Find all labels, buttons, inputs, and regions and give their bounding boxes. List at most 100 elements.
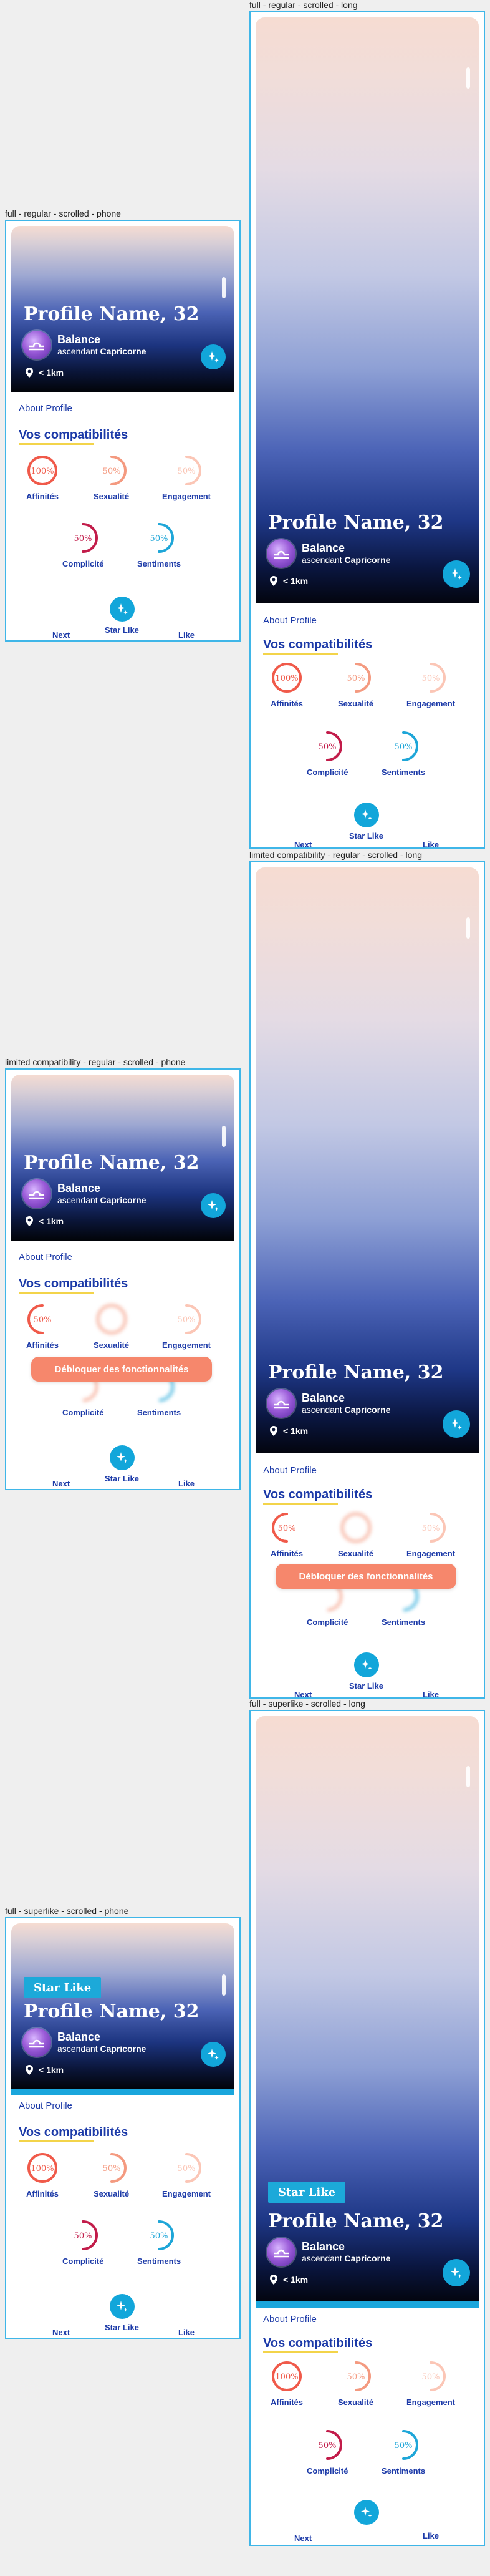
- superlike-strip: [256, 2301, 479, 2308]
- sparkle-icon: [361, 809, 372, 821]
- gauge-label: Sentiments: [382, 1617, 426, 1627]
- gauge-value: 50%: [150, 2232, 168, 2241]
- sign-row: Balance ascendant Capricorne: [267, 1389, 390, 1418]
- starlike-button[interactable]: [110, 597, 135, 622]
- gauge-sentiments: 50% Sentiments: [137, 520, 181, 568]
- starlike-label[interactable]: Star Like: [349, 831, 383, 841]
- unlock-features-button[interactable]: Débloquer des fonctionnalités: [276, 1564, 456, 1589]
- frame-label: full - superlike - scrolled - phone: [5, 1906, 129, 1916]
- scrollbar[interactable]: [222, 1974, 226, 1996]
- profile-name: Profile Name, 32: [24, 2001, 199, 2022]
- ascendant-prefix: ascendant: [302, 1405, 342, 1415]
- gauge-value: 50%: [347, 2373, 365, 2382]
- gauge-affinites: 50% Affinités: [25, 1302, 60, 1350]
- scrollbar[interactable]: [466, 67, 470, 89]
- gauge-value: 50%: [102, 2164, 120, 2174]
- gauge-label: Sexualité: [338, 2398, 374, 2407]
- next-button[interactable]: Next: [294, 1690, 312, 1697]
- about-profile-link[interactable]: About Profile: [19, 403, 72, 414]
- hero-starlike-button[interactable]: [443, 560, 470, 588]
- frame-label: limited compatibility - regular - scroll…: [5, 1057, 186, 1067]
- ascendant-prefix: ascendant: [302, 555, 342, 565]
- hero-starlike-button[interactable]: [443, 1410, 470, 1438]
- hero-starlike-button[interactable]: [443, 2259, 470, 2286]
- about-profile-link[interactable]: About Profile: [263, 1465, 317, 1476]
- next-button[interactable]: Next: [52, 2328, 70, 2337]
- gauge-label: Engagement: [406, 2398, 456, 2407]
- ascendant-prefix: ascendant: [57, 1195, 98, 1205]
- like-button[interactable]: Like: [178, 630, 195, 640]
- about-profile-link[interactable]: About Profile: [19, 1252, 72, 1262]
- gauge-label: Complicité: [307, 1617, 348, 1627]
- gauge-value: 50%: [102, 467, 120, 476]
- next-button[interactable]: Next: [294, 840, 312, 847]
- location-pin-icon: [26, 1216, 33, 1226]
- scrollbar[interactable]: [222, 1126, 226, 1147]
- next-button[interactable]: Next: [294, 2534, 312, 2543]
- hero-starlike-button[interactable]: [201, 1193, 226, 1218]
- scrollbar[interactable]: [466, 917, 470, 939]
- libra-sign-icon: [267, 2238, 295, 2266]
- starlike-badge: Star Like: [24, 1977, 102, 1998]
- about-profile-link[interactable]: About Profile: [263, 2314, 317, 2325]
- libra-sign-icon: [267, 1389, 295, 1418]
- unlock-features-button[interactable]: Débloquer des fonctionnalités: [31, 1357, 212, 1382]
- like-button[interactable]: Like: [423, 840, 439, 847]
- starlike-button[interactable]: [110, 1445, 135, 1470]
- distance: < 1km: [269, 1425, 308, 1437]
- ascendant-value: Capricorne: [344, 1405, 391, 1415]
- gauge-sentiments: 50% Sentiments: [382, 729, 425, 777]
- ascendant-value: Capricorne: [344, 2253, 391, 2263]
- sparkle-icon: [117, 1452, 128, 1463]
- profile-name: Profile Name, 32: [268, 1362, 444, 1383]
- hero-starlike-button[interactable]: [201, 344, 226, 369]
- compat-title: Vos compatibilités: [19, 428, 128, 445]
- gauge-label: Engagement: [406, 699, 456, 708]
- gauge-label: Complicité: [62, 1408, 104, 1417]
- about-profile-link[interactable]: About Profile: [263, 615, 317, 626]
- like-button[interactable]: Like: [178, 2328, 195, 2337]
- sign-row: Balance ascendant Capricorne: [267, 2238, 390, 2266]
- profile-hero: Star Like Profile Name, 32 Balance ascen…: [256, 1716, 479, 2301]
- about-profile-link[interactable]: About Profile: [19, 2100, 72, 2111]
- like-button[interactable]: Like: [423, 2531, 439, 2540]
- next-button[interactable]: Next: [52, 1479, 70, 1488]
- profile-hero: Profile Name, 32 Balance ascendant Capri…: [11, 1075, 234, 1241]
- distance-value: < 1km: [39, 1216, 64, 1226]
- starlike-button[interactable]: [354, 2500, 379, 2525]
- gauge-complicite: 50% Complicité: [307, 729, 348, 777]
- gauge-label: Affinités: [26, 492, 59, 501]
- gauge-affinites: 100% Affinités: [25, 2150, 60, 2198]
- next-button[interactable]: Next: [52, 630, 70, 640]
- scrollbar[interactable]: [222, 277, 226, 298]
- long-frame-limited: Profile Name, 32 Balance ascendant Capri…: [249, 861, 485, 1699]
- starlike-label[interactable]: Star Like: [349, 1681, 383, 1690]
- starlike-label[interactable]: Star Like: [105, 1474, 139, 1483]
- gauge-label: Affinités: [26, 1340, 59, 1350]
- gauge-sexualite: 50% Sexualité: [94, 453, 129, 501]
- starlike-button[interactable]: [354, 803, 379, 827]
- gauge-affinites: 100% Affinités: [269, 660, 304, 708]
- starlike-label[interactable]: Star Like: [105, 625, 139, 635]
- like-button[interactable]: Like: [423, 1690, 439, 1697]
- gauge-affinites: 100% Affinités: [25, 453, 60, 501]
- starlike-button[interactable]: [354, 1652, 379, 1677]
- gauge-affinites: 50% Affinités: [269, 1510, 304, 1558]
- gauge-label: Sexualité: [94, 492, 130, 501]
- starlike-label[interactable]: Star Like: [105, 2323, 139, 2332]
- starlike-button[interactable]: [110, 2294, 135, 2319]
- sparkle-icon: [208, 351, 219, 363]
- gauge-engagement: 50% Engagement: [406, 2359, 455, 2407]
- sparkle-icon: [361, 1659, 372, 1671]
- like-button[interactable]: Like: [178, 1479, 195, 1488]
- hero-starlike-button[interactable]: [201, 2042, 226, 2067]
- gauge-complicite: 50% Complicité: [62, 2218, 103, 2266]
- scrollbar[interactable]: [466, 1766, 470, 1787]
- sparkle-icon: [451, 1418, 462, 1430]
- profile-name: Profile Name, 32: [268, 2210, 444, 2232]
- frame-label: full - regular - scrolled - long: [249, 0, 358, 10]
- gauge-value: 100%: [275, 674, 298, 683]
- distance-value: < 1km: [283, 2275, 309, 2285]
- gauge-value: 50%: [422, 2373, 440, 2382]
- gauge-value: 100%: [31, 2164, 54, 2174]
